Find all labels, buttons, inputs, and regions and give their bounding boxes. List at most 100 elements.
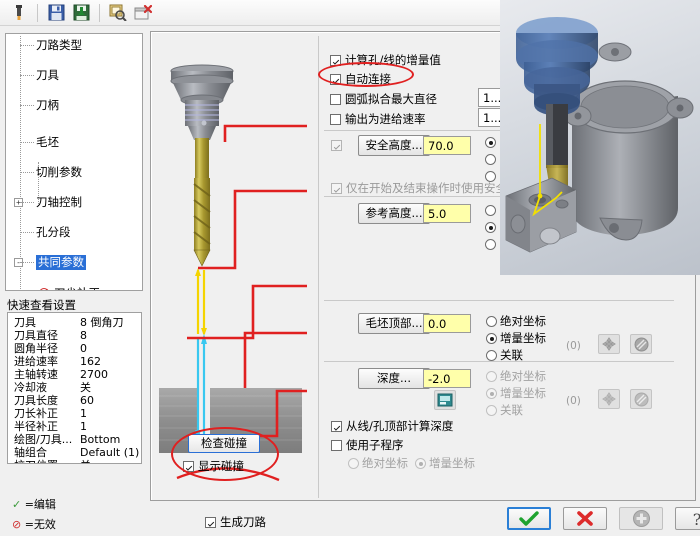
cancel-button[interactable]: [563, 507, 607, 530]
parameter-tree[interactable]: 刀路类型 刀具 刀柄 毛坯 切削参数 + 刀轴控制 孔分段 - 共同参数: [5, 33, 143, 291]
ok-button[interactable]: [507, 507, 551, 530]
list-item: 刀具长度 60: [8, 394, 141, 407]
highlight-ellipse-auto-connect: [318, 62, 414, 87]
tree-dash: [20, 172, 34, 173]
tree-item-label: 共同参数: [36, 255, 86, 270]
quick-view-title: 快速查看设置: [7, 298, 76, 312]
3d-preview[interactable]: [500, 0, 700, 275]
stock-top-input[interactable]: 0.0: [423, 314, 471, 333]
tree-item-label: 刀路类型: [36, 38, 82, 52]
tree-dash: [20, 75, 34, 76]
legend-label: =编辑: [24, 498, 56, 511]
inspect-icon[interactable]: [107, 2, 129, 24]
checkbox-box: [330, 94, 341, 105]
help-button[interactable]: ?: [675, 507, 700, 530]
qv-value: 关: [80, 459, 91, 463]
toolbar-separator-2: [99, 3, 100, 22]
radio-button: [486, 405, 497, 416]
reference-height-radio-1[interactable]: [485, 203, 499, 217]
qv-key: 刀长补正: [14, 407, 58, 420]
tree-item-cutting-params[interactable]: 切削参数: [6, 165, 142, 180]
save-icon[interactable]: [45, 2, 67, 24]
list-item: 圆角半径 0: [8, 342, 141, 355]
stock-top-button[interactable]: 毛坯顶部...: [358, 313, 430, 334]
checkbox-label: 使用子程序: [346, 438, 404, 452]
disabled-slash-icon[interactable]: [630, 334, 652, 354]
panel-divider: [318, 36, 319, 498]
radio-button: [486, 316, 497, 327]
list-item: 主轴转速 2700: [8, 368, 141, 381]
radio-label: 关联: [500, 403, 523, 417]
section-divider-3: [324, 300, 674, 301]
tree-dash: [20, 142, 34, 143]
legend-label: =无效: [24, 518, 56, 531]
qv-value: 60: [80, 394, 94, 407]
reference-height-radio-3[interactable]: [485, 237, 499, 251]
tree-dash: [20, 262, 34, 263]
list-item: 校刀位置 关: [8, 459, 141, 463]
checkbox-generate-toolpath[interactable]: 生成刀路: [205, 514, 266, 530]
tool-icon[interactable]: [8, 2, 30, 24]
qv-value: 162: [80, 355, 101, 368]
reference-height-input[interactable]: 5.0: [423, 204, 471, 223]
safety-height-input[interactable]: 70.0: [423, 136, 471, 155]
depth-input[interactable]: -2.0: [423, 369, 471, 388]
stock-top-count: (0): [566, 340, 581, 352]
list-item: 绘图/刀具... Bottom: [8, 433, 141, 446]
radio-button: [485, 154, 496, 165]
no-entry-icon: ⊘: [12, 518, 22, 531]
safety-height-radio-2[interactable]: [485, 152, 499, 166]
tree-item-common-params[interactable]: - 共同参数: [6, 255, 142, 270]
delete-window-icon[interactable]: [132, 2, 154, 24]
tree-item-toolpath-type[interactable]: 刀路类型: [6, 38, 142, 53]
move-icon[interactable]: [598, 389, 620, 409]
tree-item-label: 刀具: [36, 68, 59, 82]
checkbox-depth-from-line-hole-top[interactable]: 从线/孔顶部计算深度: [331, 418, 453, 434]
checkbox-box: [205, 517, 216, 528]
checkbox-safety-height-enable[interactable]: [331, 138, 346, 152]
depth-radio-incremental[interactable]: 增量坐标: [486, 385, 546, 401]
stock-top-radio-incremental[interactable]: 增量坐标: [486, 330, 546, 346]
qv-value: 2700: [80, 368, 108, 381]
qv-key: 圆角半径: [14, 342, 58, 355]
checkbox-box: [331, 140, 342, 151]
tree-item-hole-segment[interactable]: 孔分段: [6, 225, 142, 240]
list-item: 冷却液 关: [8, 381, 141, 394]
tree-item-stock[interactable]: 毛坯: [6, 135, 142, 150]
disabled-slash-icon[interactable]: [630, 389, 652, 409]
tree-item-tool[interactable]: 刀具: [6, 68, 142, 83]
checkbox-output-as-feedrate[interactable]: 输出为进给速率: [330, 111, 426, 127]
tree-item-tip-compensation[interactable]: 刀尖补正: [6, 286, 142, 290]
stock-top-radio-absolute[interactable]: 绝对坐标: [486, 313, 546, 329]
qv-key: 刀具直径: [14, 329, 58, 342]
check-icon: [519, 510, 539, 526]
qv-key: 校刀位置: [14, 459, 58, 463]
move-icon[interactable]: [598, 334, 620, 354]
depth-picker-icon[interactable]: [434, 390, 456, 410]
reference-height-button[interactable]: 参考高度...: [358, 203, 430, 224]
safety-height-button[interactable]: 安全高度...: [358, 135, 430, 156]
radio-label: 绝对坐标: [362, 456, 408, 470]
depth-radio-absolute[interactable]: 绝对坐标: [486, 368, 546, 384]
checkbox-box: [331, 183, 342, 194]
checkbox-use-subprogram[interactable]: 使用子程序: [331, 437, 404, 453]
tree-item-tool-axis-control[interactable]: + 刀轴控制: [6, 195, 142, 210]
radio-label: 增量坐标: [429, 456, 475, 470]
subprogram-radio-incremental[interactable]: 增量坐标: [415, 455, 475, 471]
checkbox-arc-fit-max-diameter[interactable]: 圆弧拟合最大直径: [330, 91, 437, 107]
checkbox-label: 从线/孔顶部计算深度: [346, 419, 454, 433]
depth-button[interactable]: 深度...: [358, 368, 430, 389]
subprogram-radio-absolute[interactable]: 绝对坐标: [348, 455, 408, 471]
toolpath-illustration: [157, 38, 307, 493]
radio-button: [485, 239, 496, 250]
import-icon[interactable]: [70, 2, 92, 24]
dialog-footer: 生成刀路 ?: [150, 502, 700, 534]
safety-height-radio-1[interactable]: [485, 135, 499, 149]
apply-button[interactable]: [619, 507, 663, 530]
depth-radio-associated[interactable]: 关联: [486, 402, 523, 418]
reference-height-radio-2[interactable]: [485, 220, 499, 234]
qv-key: 轴组合: [14, 446, 47, 459]
radio-button: [485, 137, 496, 148]
tree-inner: 刀路类型 刀具 刀柄 毛坯 切削参数 + 刀轴控制 孔分段 - 共同参数: [6, 34, 142, 290]
tree-item-holder[interactable]: 刀柄: [6, 98, 142, 113]
